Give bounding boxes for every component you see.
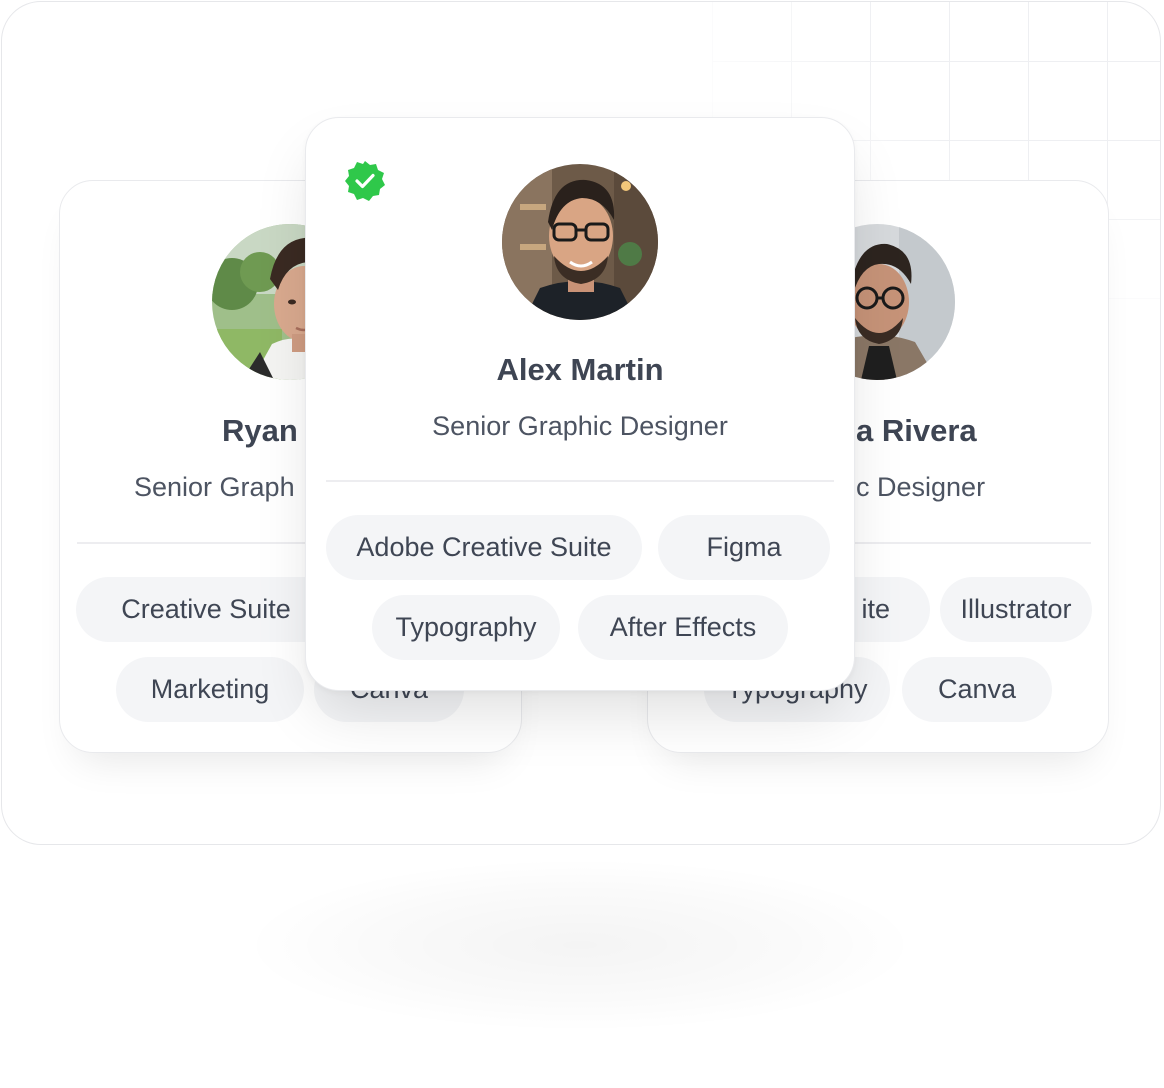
showcase-frame: Ryan Senior Graph Creative Suite Marketi… — [1, 1, 1161, 845]
profile-card-alex-martin[interactable]: Alex Martin Senior Graphic Designer Adob… — [305, 117, 855, 691]
card-role: Senior Graph — [134, 472, 295, 502]
skill-chip: Adobe Creative Suite — [326, 515, 642, 580]
skill-chip: Creative Suite — [76, 577, 336, 642]
card-role: Senior Graphic Designer — [432, 411, 728, 441]
skill-chip: Canva — [902, 657, 1052, 722]
skill-chip: Illustrator — [940, 577, 1092, 642]
card-role: c Designer — [856, 472, 986, 502]
floor-shadow — [250, 860, 910, 1030]
avatar-alex-martin — [502, 164, 658, 320]
skill-chip: After Effects — [578, 595, 788, 660]
card-name: Ryan — [222, 413, 298, 448]
verified-check-badge-icon — [345, 161, 385, 201]
skill-chip: Typography — [372, 595, 560, 660]
card-divider — [326, 480, 834, 482]
skill-chip: Figma — [658, 515, 830, 580]
skill-chip: Marketing — [116, 657, 304, 722]
card-name: a Rivera — [856, 413, 977, 448]
card-name: Alex Martin — [496, 352, 664, 387]
